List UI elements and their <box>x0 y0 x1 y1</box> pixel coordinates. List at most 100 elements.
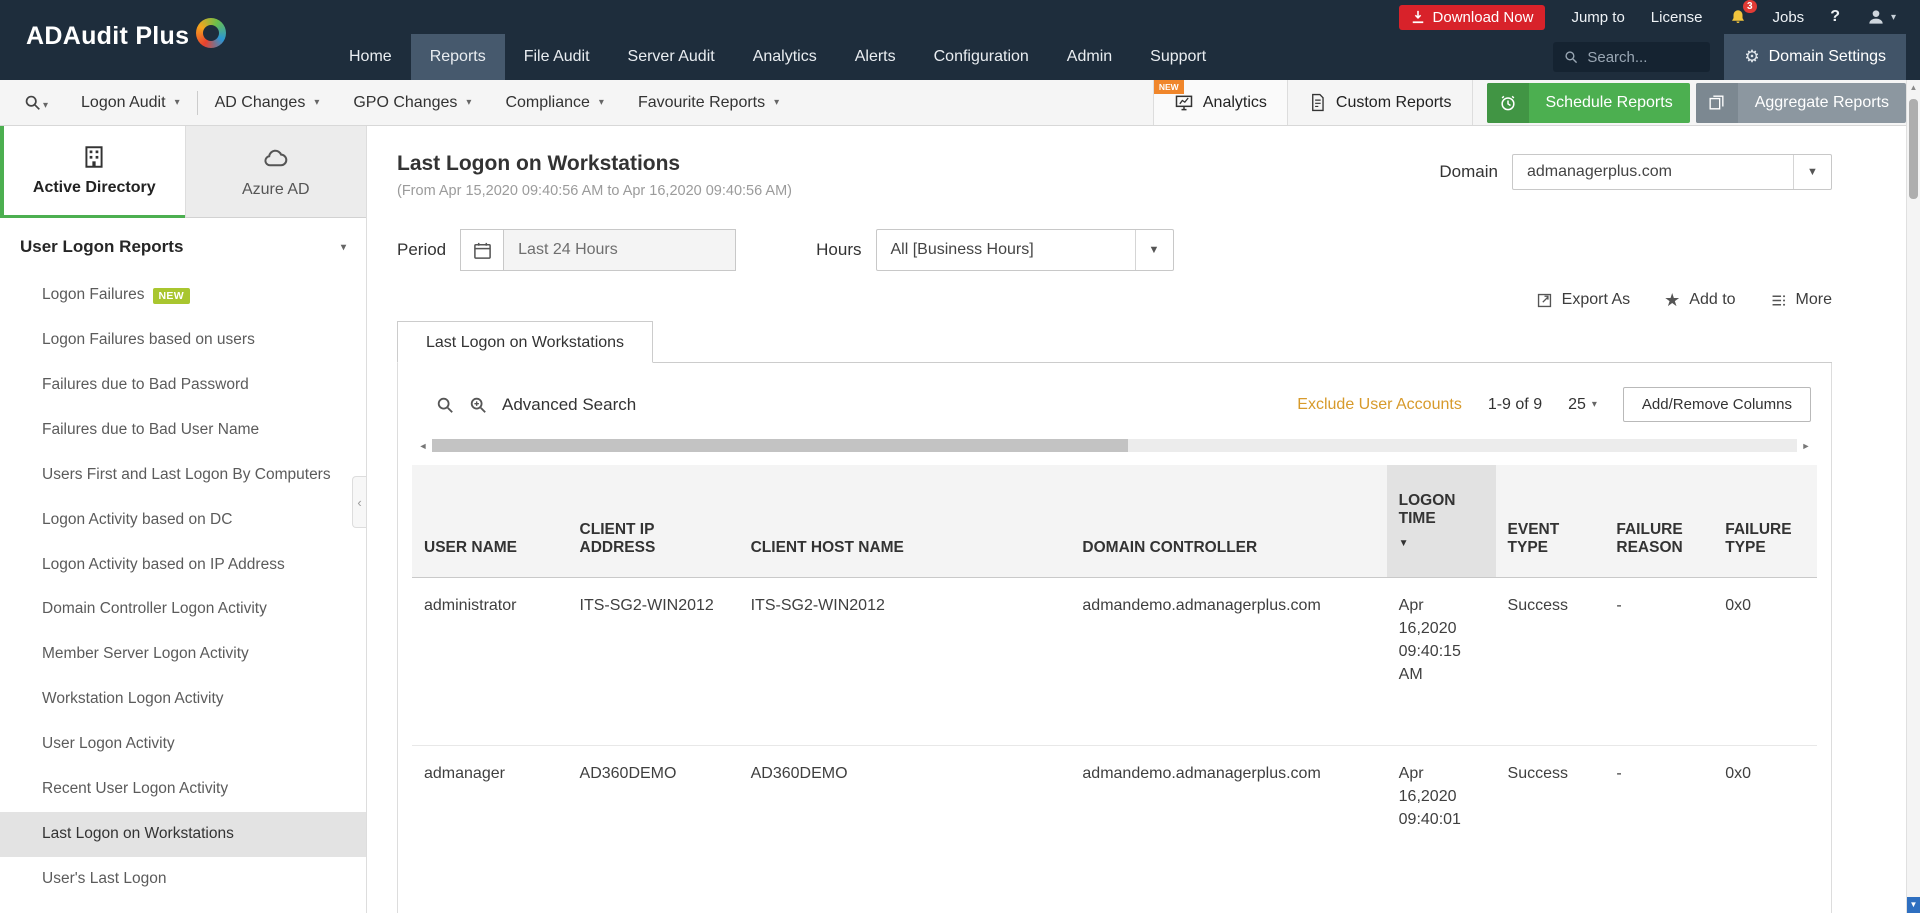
sidebar-item[interactable]: Logon Activity based on DC <box>0 498 366 543</box>
sidebar: Active Directory Azure AD User Logon Rep… <box>0 126 367 913</box>
tab-last-logon-on-workstations[interactable]: Last Logon on Workstations <box>397 321 653 363</box>
search-input[interactable] <box>1587 49 1699 66</box>
column-header-event-type[interactable]: EVENT TYPE <box>1496 465 1605 577</box>
sidebar-item[interactable]: User Logon Activity <box>0 722 366 767</box>
vertical-scrollbar: ▲ ▼ <box>1906 80 1920 913</box>
menu-favourite-reports[interactable]: Favourite Reports ▾ <box>621 80 796 125</box>
scrollbar-track[interactable] <box>432 439 1797 452</box>
scroll-left-arrow[interactable]: ◄ <box>414 441 432 451</box>
nav-item-admin[interactable]: Admin <box>1048 34 1131 80</box>
tab-active-directory[interactable]: Active Directory <box>0 126 185 218</box>
column-header-user-name[interactable]: USER NAME <box>412 465 568 577</box>
scroll-right-arrow[interactable]: ► <box>1797 441 1815 451</box>
column-header-failure-reason[interactable]: FAILURE REASON <box>1604 465 1713 577</box>
menu-compliance[interactable]: Compliance ▾ <box>488 80 621 125</box>
table-header-row: USER NAME CLIENT IP ADDRESS CLIENT HOST … <box>412 465 1817 577</box>
report-search-button[interactable]: ▾ <box>0 94 64 111</box>
report-actions: Export As ★ Add to More <box>397 291 1832 309</box>
exclude-user-accounts-link[interactable]: Exclude User Accounts <box>1297 396 1462 414</box>
user-menu-button[interactable]: ▾ <box>1866 7 1896 27</box>
calendar-button[interactable] <box>460 229 504 271</box>
search-tools: Advanced Search <box>418 395 636 415</box>
sidebar-item-logon-failures[interactable]: Logon FailuresNEW <box>0 273 366 318</box>
analytics-chart-icon <box>1174 93 1194 113</box>
search-icon <box>1564 50 1578 64</box>
chevron-down-icon: ▾ <box>1592 399 1597 410</box>
nav-item-file-audit[interactable]: File Audit <box>505 34 609 80</box>
cell-failure-reason: - <box>1604 577 1713 745</box>
menu-logon-audit[interactable]: Logon Audit ▾ <box>64 80 197 125</box>
sidebar-item[interactable]: Member Server Logon Activity <box>0 632 366 677</box>
sidebar-item[interactable]: Logon Activity based on IP Address <box>0 543 366 588</box>
column-header-logon-time[interactable]: LOGON TIME ▼ <box>1387 465 1496 577</box>
add-to-button[interactable]: ★ Add to <box>1664 291 1735 309</box>
more-button[interactable]: More <box>1770 291 1832 309</box>
nav-item-alerts[interactable]: Alerts <box>836 34 915 80</box>
global-search <box>1553 42 1710 72</box>
new-ribbon-badge: NEW <box>1154 80 1184 94</box>
analytics-button[interactable]: NEW Analytics <box>1153 80 1288 125</box>
tab-azure-ad[interactable]: Azure AD <box>185 126 367 218</box>
sidebar-item[interactable]: Workstation Logon Activity <box>0 677 366 722</box>
nav-item-analytics[interactable]: Analytics <box>734 34 836 80</box>
cell-user-name: admanager <box>412 745 568 913</box>
sidebar-item[interactable]: Logon Failures based on users <box>0 318 366 363</box>
quick-search-icon[interactable] <box>436 396 454 414</box>
sidebar-collapse-handle[interactable]: ‹ <box>352 476 366 528</box>
scrollbar-thumb[interactable] <box>1909 99 1918 199</box>
sidebar-item[interactable]: User's Last Logon <box>0 857 366 902</box>
sidebar-item[interactable]: Recent User Logon Activity <box>0 767 366 812</box>
download-icon <box>1411 10 1425 24</box>
schedule-reports-button[interactable]: Schedule Reports <box>1487 83 1690 123</box>
license-link[interactable]: License <box>1651 9 1703 26</box>
report-document-icon <box>1308 93 1327 112</box>
report-date-range: (From Apr 15,2020 09:40:56 AM to Apr 16,… <box>397 183 792 199</box>
hours-select[interactable]: All [Business Hours] ▼ <box>876 229 1174 271</box>
domain-settings-button[interactable]: ⚙ Domain Settings <box>1724 34 1906 80</box>
advanced-search-label[interactable]: Advanced Search <box>502 395 636 415</box>
calendar-icon <box>473 241 492 260</box>
domain-select[interactable]: admanagerplus.com ▼ <box>1512 154 1832 190</box>
jobs-link[interactable]: Jobs <box>1773 9 1805 26</box>
menu-gpo-changes[interactable]: GPO Changes ▾ <box>336 80 488 125</box>
column-header-failure-type[interactable]: FAILURE TYPE <box>1713 465 1817 577</box>
alarm-clock-icon <box>1487 83 1529 123</box>
scroll-up-arrow[interactable]: ▲ <box>1907 80 1920 95</box>
more-list-icon <box>1770 292 1787 309</box>
column-header-domain-controller[interactable]: DOMAIN CONTROLLER <box>1070 465 1386 577</box>
nav-item-server-audit[interactable]: Server Audit <box>609 34 734 80</box>
download-now-button[interactable]: Download Now <box>1399 5 1546 30</box>
notifications-button[interactable]: 3 <box>1729 8 1747 26</box>
jump-to-link[interactable]: Jump to <box>1571 9 1624 26</box>
custom-reports-button[interactable]: Custom Reports <box>1288 80 1473 125</box>
title-row: Last Logon on Workstations (From Apr 15,… <box>397 152 1832 199</box>
pagination-range: 1-9 of 9 <box>1488 396 1542 414</box>
period-input[interactable] <box>504 229 736 271</box>
sidebar-section-user-logon-reports[interactable]: User Logon Reports ▾ <box>0 218 366 273</box>
sidebar-item[interactable]: Users First and Last Logon By Computers <box>0 453 366 498</box>
menu-ad-changes[interactable]: AD Changes ▾ <box>198 80 337 125</box>
nav-item-support[interactable]: Support <box>1131 34 1225 80</box>
page-size-dropdown[interactable]: 25 ▾ <box>1568 396 1597 414</box>
sidebar-item[interactable]: Failures due to Bad User Name <box>0 408 366 453</box>
add-remove-columns-button[interactable]: Add/Remove Columns <box>1623 387 1811 422</box>
advanced-search-icon[interactable] <box>469 396 487 414</box>
column-header-client-host-name[interactable]: CLIENT HOST NAME <box>739 465 1071 577</box>
brand-name: ADAudit Plus <box>26 22 189 51</box>
sidebar-item[interactable]: Domain Controller Logon Activity <box>0 587 366 632</box>
sort-desc-icon: ▼ <box>1399 538 1484 549</box>
nav-item-configuration[interactable]: Configuration <box>915 34 1048 80</box>
sidebar-item[interactable]: Users logged into multiple <box>0 902 366 913</box>
column-header-client-ip-address[interactable]: CLIENT IP ADDRESS <box>568 465 739 577</box>
nav-item-reports[interactable]: Reports <box>411 34 505 80</box>
scroll-down-arrow[interactable]: ▼ <box>1907 897 1920 913</box>
sidebar-item-last-logon-on-workstations[interactable]: Last Logon on Workstations <box>0 812 366 857</box>
help-button[interactable]: ? <box>1830 8 1840 26</box>
export-as-button[interactable]: Export As <box>1536 291 1630 309</box>
nav-item-home[interactable]: Home <box>330 34 411 80</box>
aggregate-reports-button[interactable]: Aggregate Reports <box>1696 83 1906 123</box>
scrollbar-thumb[interactable] <box>432 439 1128 452</box>
sidebar-item[interactable]: Failures due to Bad Password <box>0 363 366 408</box>
cell-logon-time: Apr 16,2020 09:40:15 AM <box>1387 577 1496 745</box>
main-content: Last Logon on Workstations (From Apr 15,… <box>367 126 1920 913</box>
